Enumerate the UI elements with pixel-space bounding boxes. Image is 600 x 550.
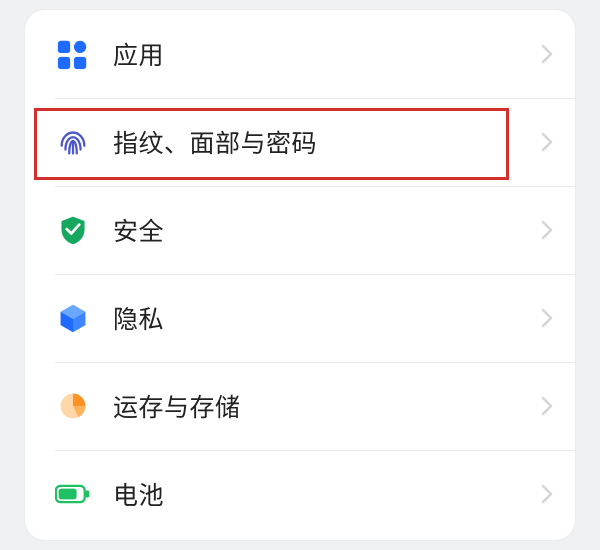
- settings-item-label: 指纹、面部与密码: [113, 124, 541, 160]
- cube-icon: [55, 300, 91, 336]
- chevron-right-icon: [541, 484, 553, 504]
- settings-item-biometric[interactable]: 指纹、面部与密码: [25, 98, 575, 186]
- settings-item-apps[interactable]: 应用: [25, 10, 575, 98]
- settings-item-security[interactable]: 安全: [25, 186, 575, 274]
- settings-item-label: 运存与存储: [113, 388, 541, 424]
- chevron-right-icon: [541, 308, 553, 328]
- chevron-right-icon: [541, 44, 553, 64]
- settings-panel: 应用 指纹、面部与密码: [25, 10, 575, 540]
- shield-check-icon: [55, 212, 91, 248]
- settings-item-label: 隐私: [113, 300, 541, 336]
- chevron-right-icon: [541, 396, 553, 416]
- apps-icon: [55, 36, 91, 72]
- settings-item-battery[interactable]: 电池: [25, 450, 575, 538]
- chevron-right-icon: [541, 220, 553, 240]
- battery-icon: [55, 476, 91, 512]
- settings-item-label: 应用: [113, 36, 541, 72]
- settings-item-storage[interactable]: 运存与存储: [25, 362, 575, 450]
- settings-item-label: 安全: [113, 212, 541, 248]
- chevron-right-icon: [541, 132, 553, 152]
- settings-item-label: 电池: [113, 476, 541, 512]
- settings-item-privacy[interactable]: 隐私: [25, 274, 575, 362]
- fingerprint-icon: [55, 124, 91, 160]
- pie-chart-icon: [55, 388, 91, 424]
